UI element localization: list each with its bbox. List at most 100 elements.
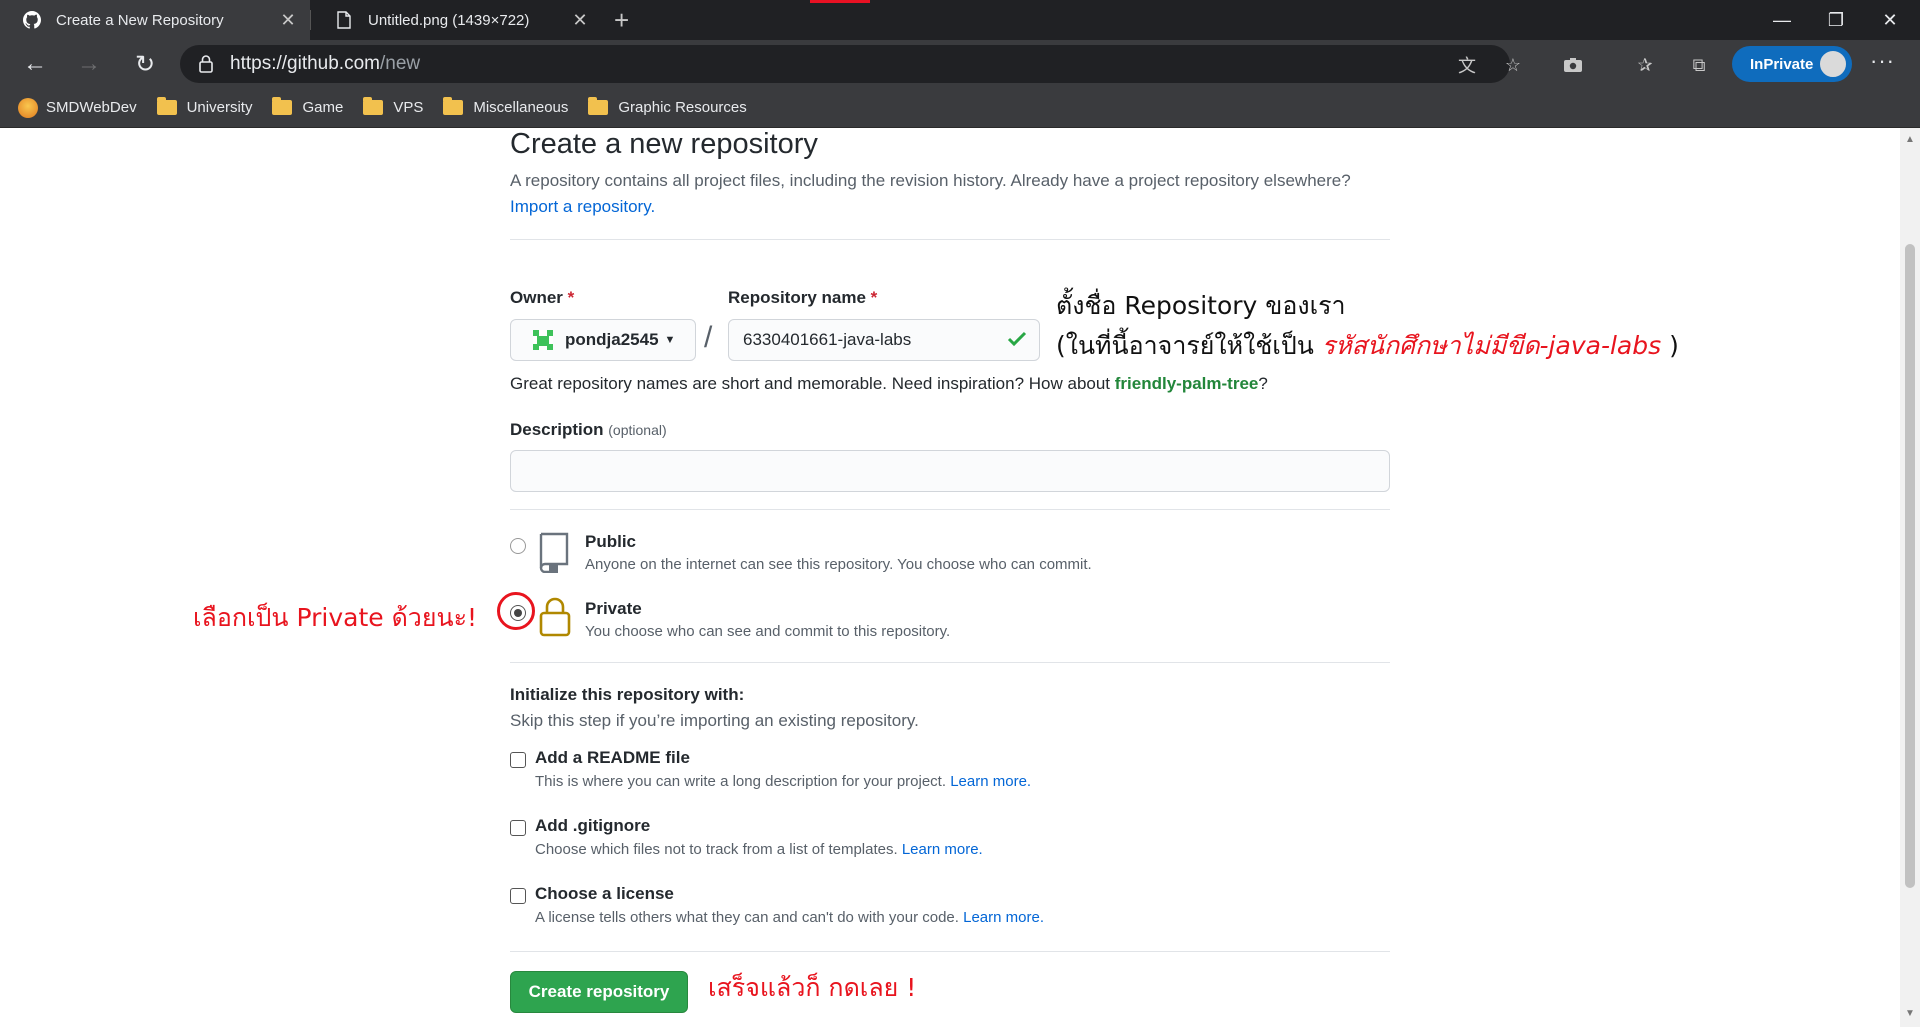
forward-icon[interactable]: → xyxy=(66,40,112,88)
annotation-name-line1: ตั้งชื่อ Repository ของเรา xyxy=(1056,291,1346,320)
tab-title: Create a New Repository xyxy=(56,11,224,29)
collections-icon[interactable]: ⧉ xyxy=(1686,52,1712,78)
description-label-text: Description xyxy=(510,420,604,439)
bookmark-label: SMDWebDev xyxy=(46,99,137,116)
favorite-star-icon[interactable]: ☆ xyxy=(1500,52,1526,78)
private-description: You choose who can see and commit to thi… xyxy=(585,623,951,640)
inprivate-button[interactable]: InPrivate xyxy=(1732,46,1852,82)
divider xyxy=(510,509,1390,510)
required-mark: * xyxy=(567,288,575,307)
public-radio[interactable] xyxy=(510,538,526,554)
owner-label-text: Owner xyxy=(510,288,563,307)
back-icon[interactable]: ← xyxy=(12,40,58,88)
tab-untitled-png[interactable]: Untitled.png (1439×722) ✕ xyxy=(312,0,602,40)
private-title: Private xyxy=(585,599,642,618)
scrollbar-thumb[interactable] xyxy=(1905,244,1915,888)
translate-icon[interactable]: 文 xyxy=(1454,52,1480,78)
refresh-icon[interactable]: ↻ xyxy=(122,40,168,88)
repository-name-value: 6330401661-java-labs xyxy=(743,330,912,349)
annotation-name-line2-suffix: ) xyxy=(1669,331,1679,360)
bookmark-folder-vps[interactable]: VPS xyxy=(363,97,424,116)
annotation-name-line2-prefix: (ในที่นี้อาจารย์ให้ใช้เป็น xyxy=(1056,331,1314,360)
tab-create-repository[interactable]: Create a New Repository ✕ xyxy=(0,0,310,40)
divider xyxy=(510,239,1390,240)
bookmark-label: University xyxy=(186,99,253,116)
init-subtitle: Skip this step if you’re importing an ex… xyxy=(510,711,919,730)
restore-icon[interactable]: ❐ xyxy=(1808,0,1864,40)
bookmark-folder-miscellaneous[interactable]: Miscellaneous xyxy=(443,97,569,116)
folder-icon xyxy=(272,97,293,115)
description-label: Description (optional) xyxy=(510,420,667,440)
name-hint: Great repository names are short and mem… xyxy=(510,374,1268,394)
folder-icon xyxy=(588,97,609,115)
window-close-icon[interactable]: ✕ xyxy=(1862,0,1918,40)
readme-description: This is where you can write a long descr… xyxy=(535,773,1031,790)
divider xyxy=(510,662,1390,663)
owner-label: Owner * xyxy=(510,288,574,308)
page-intro: A repository contains all project files,… xyxy=(510,171,1351,190)
bookmark-label: Miscellaneous xyxy=(473,99,569,116)
name-hint-text: Great repository names are short and mem… xyxy=(510,374,1111,393)
repo-name-label: Repository name * xyxy=(728,288,877,308)
more-options-icon[interactable]: ··· xyxy=(1870,48,1895,74)
bookmark-label: Game xyxy=(302,99,344,116)
gitignore-learn-more-link[interactable]: Learn more. xyxy=(902,841,983,858)
required-mark: * xyxy=(870,288,878,307)
folder-icon xyxy=(443,97,464,115)
browser-chrome: Create a New Repository ✕ Untitled.png (… xyxy=(0,0,1920,128)
readme-checkbox[interactable] xyxy=(510,752,526,768)
bookmark-folder-graphic-resources[interactable]: Graphic Resources xyxy=(588,97,747,116)
tab-bar-marker xyxy=(810,0,870,3)
bookmark-label: VPS xyxy=(393,99,424,116)
create-repository-button[interactable]: Create repository xyxy=(510,971,688,1013)
annotation-name-line2: (ในที่นี้อาจารย์ให้ใช้เป็น รหัสนักศึกษาไ… xyxy=(1056,326,1679,366)
github-icon xyxy=(22,10,42,30)
private-radio[interactable] xyxy=(510,605,526,621)
repo-name-label-text: Repository name xyxy=(728,288,866,307)
owner-select[interactable]: pondja2545 ▼ xyxy=(510,319,696,361)
bookmark-folder-game[interactable]: Game xyxy=(272,97,344,116)
url-host: https://github.com xyxy=(230,53,380,74)
readme-learn-more-link[interactable]: Learn more. xyxy=(950,773,1031,790)
smdwebdev-favicon xyxy=(18,97,38,118)
gitignore-desc-text: Choose which files not to track from a l… xyxy=(535,841,898,858)
inprivate-label: InPrivate xyxy=(1750,55,1814,73)
suggested-name-link[interactable]: friendly-palm-tree xyxy=(1115,374,1259,393)
name-hint-suffix: ? xyxy=(1258,374,1268,393)
bookmark-label: Graphic Resources xyxy=(618,99,747,116)
description-input[interactable] xyxy=(510,450,1390,492)
license-title: Choose a license xyxy=(535,884,674,903)
license-description: A license tells others what they can and… xyxy=(535,909,1044,926)
minimize-icon[interactable]: — xyxy=(1754,0,1810,40)
address-bar[interactable]: https://github.com/new xyxy=(180,45,1510,83)
annotation-name-line2-red: รหัสนักศึกษาไม่มีขีด-java-labs xyxy=(1321,331,1662,360)
close-tab-icon[interactable]: ✕ xyxy=(566,10,594,31)
annotation-private-note: เลือกเป็น Private ด้วยนะ! xyxy=(193,603,478,632)
page-title: Create a new repository xyxy=(510,128,818,160)
vertical-scrollbar[interactable]: ▲ ▼ xyxy=(1900,128,1920,1027)
profile-avatar xyxy=(1818,49,1848,79)
public-description: Anyone on the internet can see this repo… xyxy=(585,556,1092,573)
lock-icon[interactable] xyxy=(198,54,214,74)
bookmarks-bar: SMDWebDev University Game VPS Miscellane… xyxy=(0,88,1920,128)
readme-desc-text: This is where you can write a long descr… xyxy=(535,773,947,790)
chevron-down-icon: ▼ xyxy=(664,334,676,346)
license-checkbox[interactable] xyxy=(510,888,526,904)
new-tab-button[interactable]: + xyxy=(614,6,629,34)
favorites-list-icon[interactable]: ✰ xyxy=(1632,52,1658,78)
scroll-down-icon[interactable]: ▼ xyxy=(1905,1008,1915,1019)
repository-name-input[interactable]: 6330401661-java-labs xyxy=(728,319,1040,361)
gitignore-checkbox[interactable] xyxy=(510,820,526,836)
url-path: /new xyxy=(379,53,421,74)
gitignore-title: Add .gitignore xyxy=(535,816,651,835)
tab-title: Untitled.png (1439×722) xyxy=(368,11,530,29)
scroll-up-icon[interactable]: ▲ xyxy=(1905,134,1915,145)
owner-value: pondja2545 xyxy=(565,330,659,349)
close-tab-icon[interactable]: ✕ xyxy=(274,10,302,31)
screenshot-icon[interactable] xyxy=(1560,52,1586,78)
license-learn-more-link[interactable]: Learn more. xyxy=(963,909,1044,926)
bookmark-smdwebdev[interactable]: SMDWebDev xyxy=(18,97,137,118)
import-repository-link[interactable]: Import a repository. xyxy=(510,197,655,217)
tab-bar: Create a New Repository ✕ Untitled.png (… xyxy=(0,0,1920,40)
bookmark-folder-university[interactable]: University xyxy=(156,97,253,116)
